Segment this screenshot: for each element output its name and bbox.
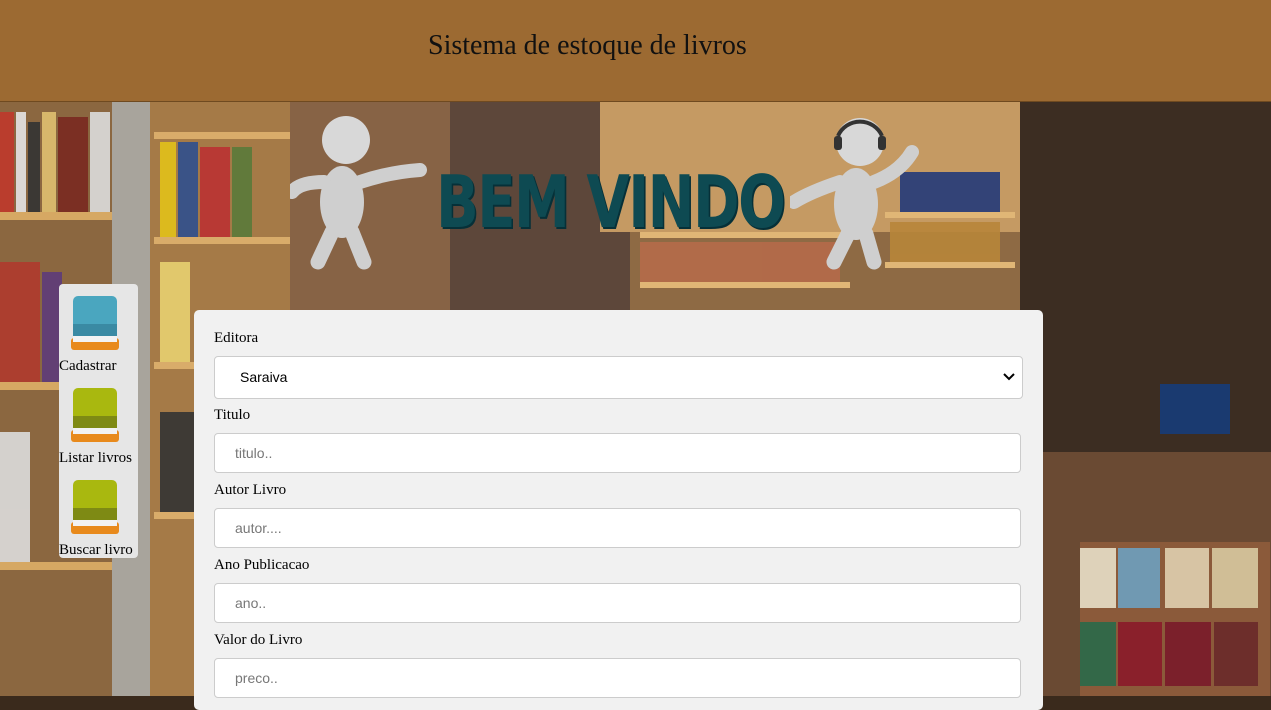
editora-select[interactable]: Saraiva bbox=[214, 356, 1023, 399]
valor-label: Valor do Livro bbox=[214, 632, 303, 648]
book-form: Editora Saraiva Titulo Autor Livro Ano P… bbox=[194, 310, 1043, 710]
autor-input[interactable] bbox=[214, 508, 1021, 548]
titulo-input[interactable] bbox=[214, 433, 1021, 473]
book-green-icon bbox=[71, 480, 119, 534]
editora-selected-value: Saraiva bbox=[240, 369, 288, 385]
menu-item-label: Cadastrar bbox=[59, 358, 117, 374]
titulo-label: Titulo bbox=[214, 407, 251, 423]
side-menu: Cadastrar Listar livros Buscar livro bbox=[59, 284, 138, 558]
left-mascot-figure bbox=[290, 116, 427, 270]
book-blue-icon bbox=[71, 296, 119, 350]
ano-label: Ano Publicacao bbox=[214, 557, 310, 573]
valor-input[interactable] bbox=[214, 658, 1021, 698]
right-mascot-headset-figure bbox=[790, 118, 919, 270]
autor-label: Autor Livro bbox=[214, 482, 287, 498]
editora-label: Editora bbox=[214, 330, 259, 346]
app-header: Sistema de estoque de livros bbox=[0, 0, 1271, 102]
menu-item-label: Listar livros bbox=[59, 450, 132, 466]
ano-input[interactable] bbox=[214, 583, 1021, 623]
menu-item-label: Buscar livro bbox=[59, 542, 133, 558]
welcome-banner: BEM VINDO bbox=[436, 160, 786, 244]
chevron-down-icon bbox=[1003, 373, 1015, 381]
page-title: Sistema de estoque de livros bbox=[428, 30, 747, 61]
book-green-icon bbox=[71, 388, 119, 442]
